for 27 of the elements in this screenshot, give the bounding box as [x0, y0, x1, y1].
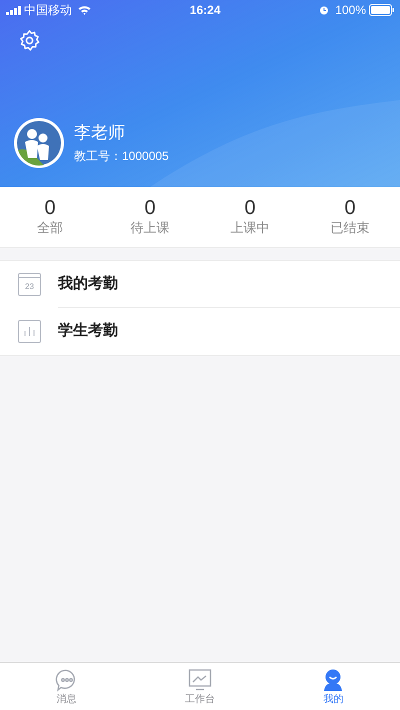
- settings-icon[interactable]: [18, 29, 41, 52]
- calendar-date: 23: [25, 282, 34, 290]
- menu-item[interactable]: 23 我的考勤: [0, 261, 400, 308]
- carrier-name: 中国移动: [24, 2, 72, 19]
- alarm-icon: [319, 5, 330, 15]
- tab[interactable]: 工作台: [133, 663, 267, 710]
- stat-count: 0: [44, 197, 56, 219]
- stat-label: 全部: [37, 219, 63, 237]
- menu-item[interactable]: 学生考勤: [0, 308, 400, 355]
- battery-icon: [369, 4, 394, 16]
- stat-count: 0: [144, 197, 156, 219]
- stat-label: 已结束: [330, 219, 370, 237]
- stat-count: 0: [344, 197, 356, 219]
- signal-icon: [6, 6, 22, 14]
- stat-count: 0: [244, 197, 256, 219]
- teacher-name: 李老师: [74, 122, 126, 144]
- monitor-chart-icon: [188, 668, 212, 692]
- battery-percent: 100%: [335, 2, 366, 19]
- tab[interactable]: 我的: [266, 663, 400, 710]
- bar-chart-icon: [18, 320, 41, 343]
- staff-id: 教工号：1000005: [74, 148, 169, 165]
- wifi-icon: [78, 5, 91, 15]
- stat-label: 上课中: [230, 219, 270, 237]
- tab[interactable]: 消息: [0, 663, 134, 710]
- status-time: 16:24: [190, 2, 220, 19]
- avatar-icon: [14, 118, 64, 168]
- stat-label: 待上课: [130, 219, 170, 237]
